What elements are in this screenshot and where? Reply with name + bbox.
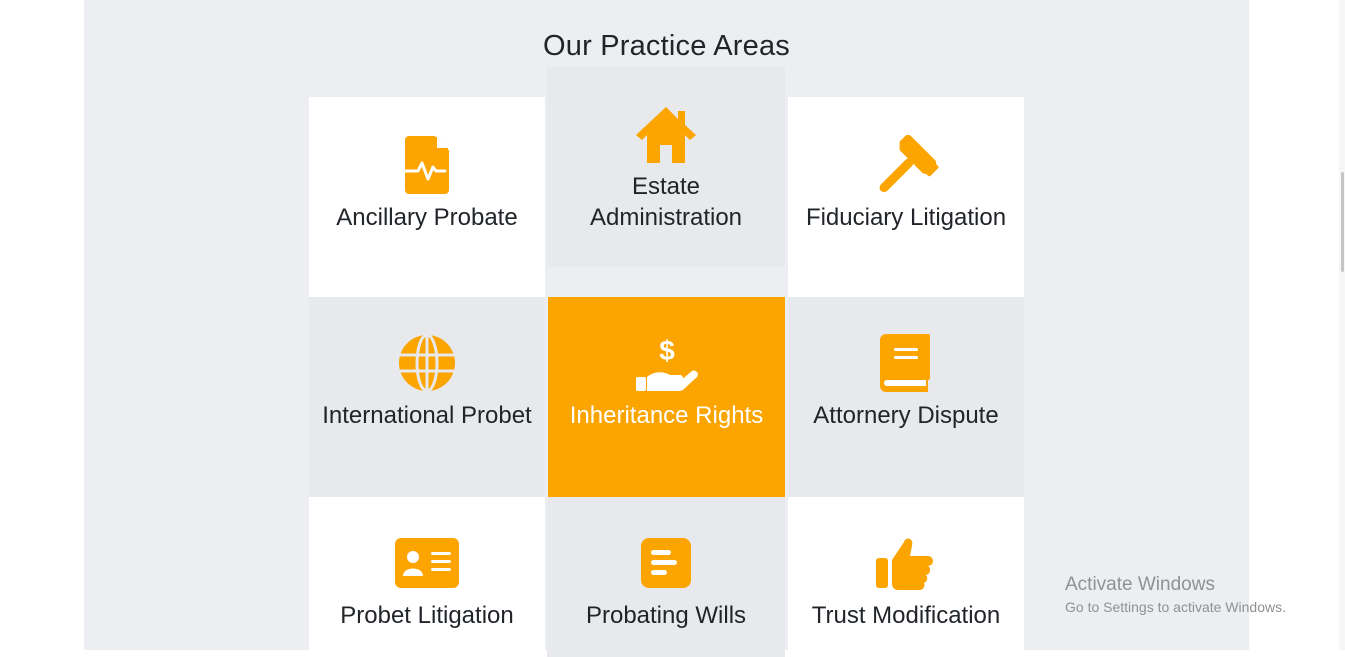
practice-card-international-probet[interactable]: International Probet (309, 297, 545, 497)
windows-activation-watermark: Activate Windows Go to Settings to activ… (1065, 573, 1286, 617)
practice-card-label: Fiduciary Litigation (805, 204, 1007, 231)
house-icon (633, 101, 699, 167)
hand-holding-dollar-icon: $ (634, 330, 700, 396)
id-card-icon (394, 530, 460, 596)
practice-card-label: International Probet (322, 402, 532, 429)
practice-card-label: Estate Administration (589, 173, 743, 231)
practice-card-inheritance-rights[interactable]: $ Inheritance Rights (548, 297, 785, 497)
practice-card-label: Inheritance Rights (569, 402, 764, 429)
watermark-heading: Activate Windows (1065, 574, 1215, 595)
page-scrollbar-track[interactable] (1339, 0, 1345, 650)
practice-card-probet-litigation[interactable]: Probet Litigation (309, 497, 545, 657)
practice-card-label: Attornery Dispute (813, 402, 999, 429)
book-icon (873, 330, 939, 396)
practice-card-fiduciary-litigation[interactable]: Fiduciary Litigation (788, 97, 1024, 297)
file-medical-icon (394, 132, 460, 198)
practice-card-label: Ancillary Probate (336, 204, 518, 231)
practice-card-estate-administration[interactable]: Estate Administration (547, 67, 785, 267)
practice-areas-section: Our Practice Areas Ancillary Probate Est… (84, 0, 1249, 657)
page-scrollbar-thumb[interactable] (1341, 172, 1344, 272)
svg-text:$: $ (659, 335, 675, 366)
practice-card-ancillary-probate[interactable]: Ancillary Probate (309, 97, 545, 297)
practice-card-label: Trust Modification (811, 602, 1001, 629)
globe-icon (394, 330, 460, 396)
thumbs-up-icon (873, 530, 939, 596)
practice-card-probating-wills[interactable]: Probating Wills (547, 497, 785, 657)
practice-card-trust-modification[interactable]: Trust Modification (788, 497, 1024, 657)
practice-card-label: Probating Wills (585, 602, 747, 629)
list-document-icon (633, 530, 699, 596)
watermark-subtext: Go to Settings to activate Windows. (1065, 599, 1286, 615)
practice-card-attornery-dispute[interactable]: Attornery Dispute (788, 297, 1024, 497)
hammer-icon (873, 132, 939, 198)
section-title: Our Practice Areas (543, 30, 790, 63)
practice-card-label: Probet Litigation (340, 602, 514, 629)
